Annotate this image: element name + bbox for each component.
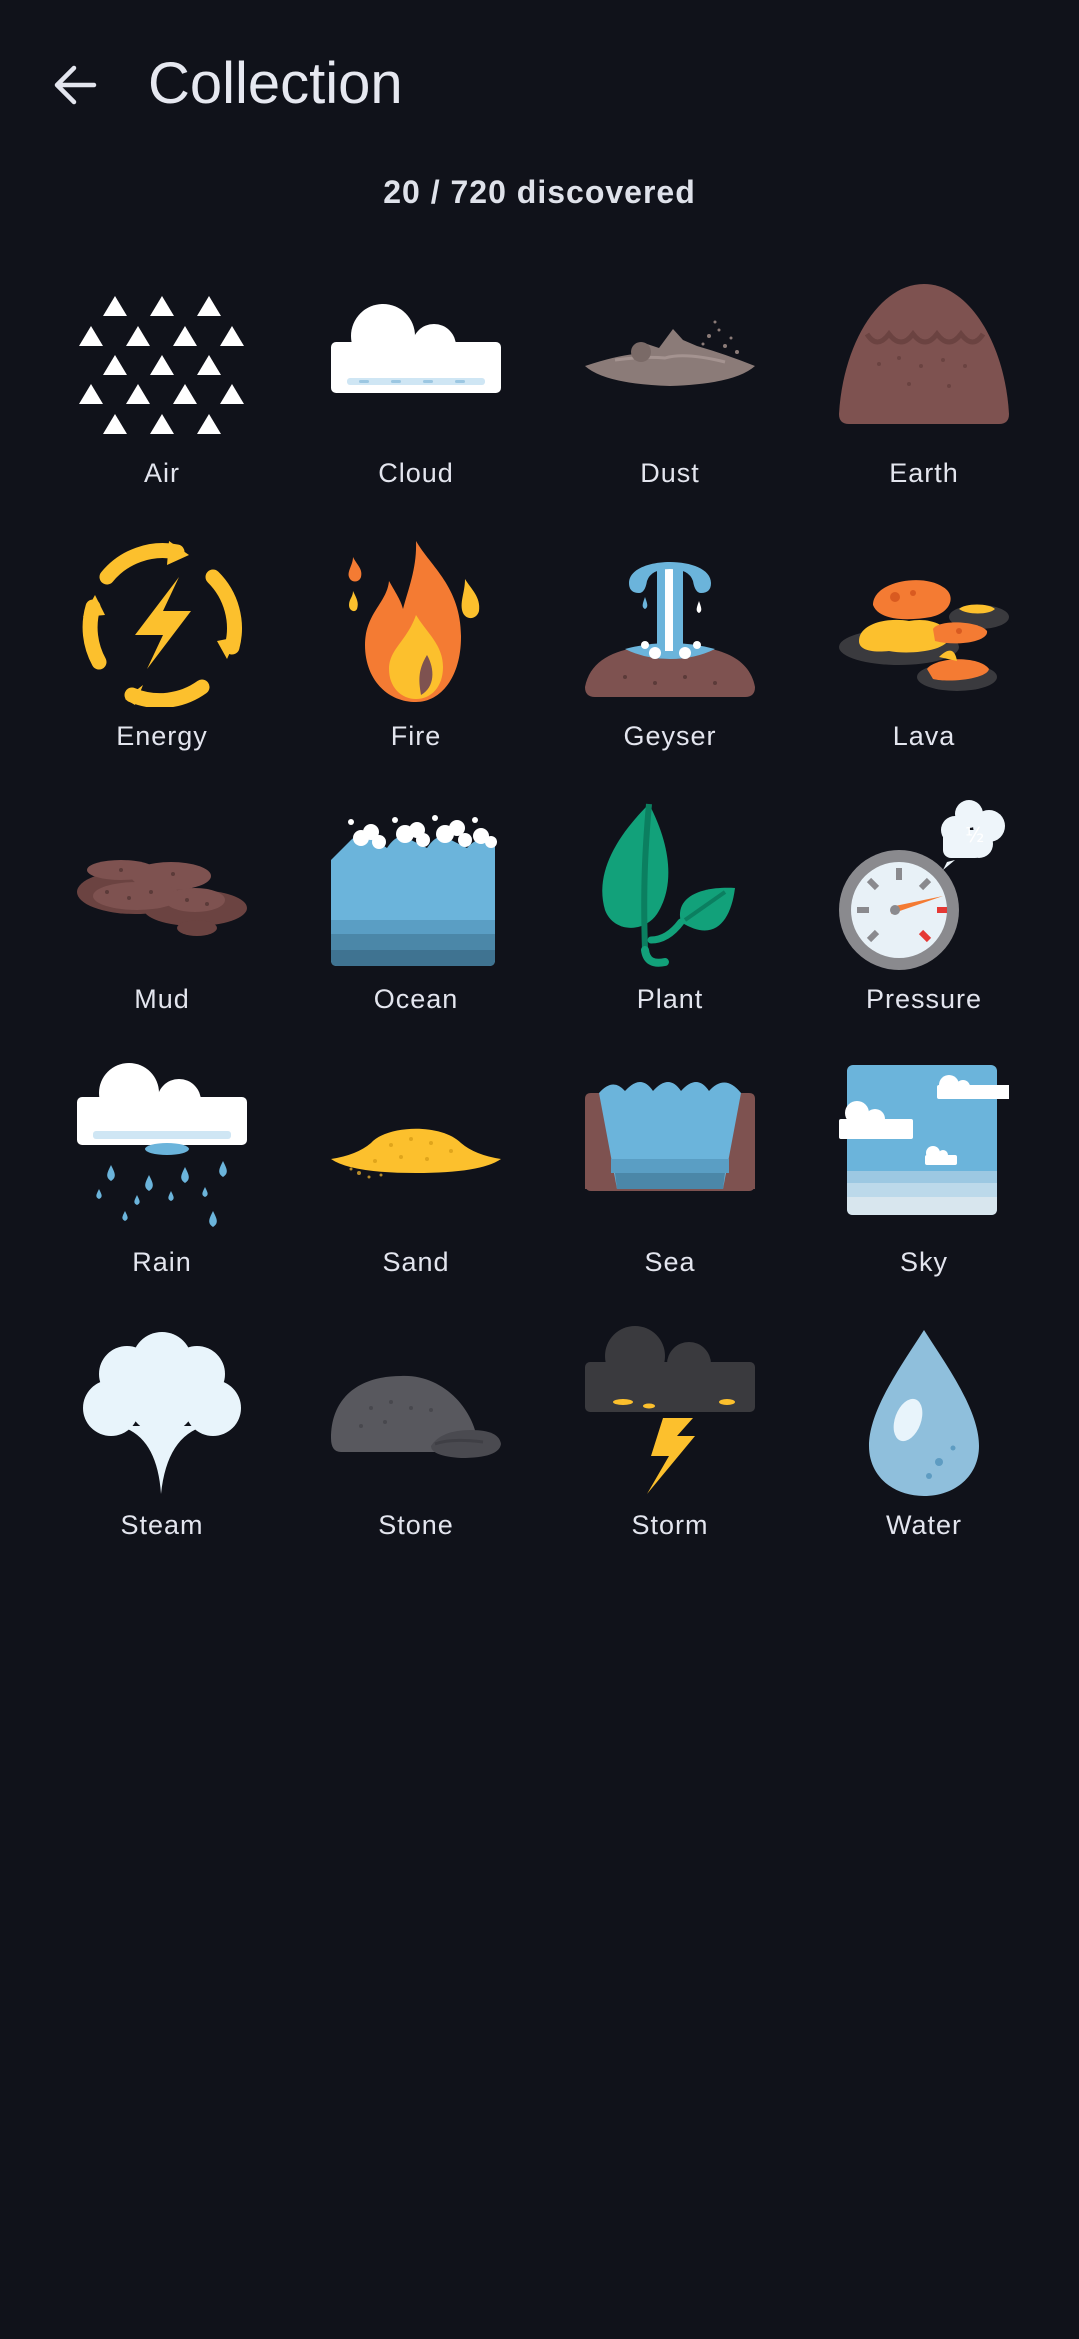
element-tile-lava[interactable]: Lava bbox=[797, 529, 1051, 792]
element-tile-cloud[interactable]: Cloud bbox=[289, 266, 543, 529]
element-tile-dust[interactable]: Dust bbox=[543, 266, 797, 529]
stone-icon bbox=[331, 1375, 501, 1458]
element-tile-sand[interactable]: Sand bbox=[289, 1055, 543, 1318]
element-tile-water[interactable]: Water bbox=[797, 1318, 1051, 1581]
element-label: Ocean bbox=[373, 984, 459, 1014]
discovered-count: 20 / 720 discovered bbox=[383, 174, 696, 210]
element-label: Mud bbox=[134, 984, 190, 1014]
element-tile-pressure[interactable]: ½ Pressure bbox=[797, 792, 1051, 1055]
element-tile-energy[interactable]: Energy bbox=[35, 529, 289, 792]
collection-grid: Air Cloud Dust Earth Energy Fire Geyser … bbox=[35, 266, 1044, 1581]
element-label: Air bbox=[144, 458, 180, 488]
element-tile-storm[interactable]: Storm bbox=[543, 1318, 797, 1581]
geyser-icon bbox=[585, 562, 755, 697]
element-label: Earth bbox=[889, 458, 959, 488]
element-label: Storm bbox=[631, 1510, 709, 1540]
element-tile-rain[interactable]: Rain bbox=[35, 1055, 289, 1318]
element-tile-mud[interactable]: Mud bbox=[35, 792, 289, 1055]
element-tile-fire[interactable]: Fire bbox=[289, 529, 543, 792]
water-icon bbox=[869, 1330, 979, 1496]
element-tile-stone[interactable]: Stone bbox=[289, 1318, 543, 1581]
element-tile-ocean[interactable]: Ocean bbox=[289, 792, 543, 1055]
element-tile-geyser[interactable]: Geyser bbox=[543, 529, 797, 792]
app-bar: Collection bbox=[0, 0, 1079, 170]
element-label: Water bbox=[885, 1510, 962, 1540]
element-label: Fire bbox=[390, 721, 442, 751]
sea-icon bbox=[585, 1082, 755, 1191]
element-label: Geyser bbox=[623, 721, 717, 751]
steam-icon bbox=[83, 1332, 241, 1494]
plant-icon bbox=[602, 803, 735, 967]
energy-icon bbox=[82, 541, 242, 707]
back-button[interactable] bbox=[40, 50, 110, 120]
element-tile-air[interactable]: Air bbox=[35, 266, 289, 529]
element-label: Dust bbox=[640, 458, 700, 488]
element-label: Sky bbox=[899, 1247, 948, 1277]
air-icon bbox=[79, 296, 244, 434]
mud-icon bbox=[77, 860, 247, 936]
lava-icon bbox=[839, 580, 1009, 691]
element-label: Steam bbox=[120, 1510, 204, 1540]
dust-icon bbox=[585, 320, 755, 386]
element-label: Lava bbox=[892, 721, 956, 751]
element-tile-earth[interactable]: Earth bbox=[797, 266, 1051, 529]
element-label: Sand bbox=[382, 1247, 450, 1277]
element-label: Energy bbox=[116, 721, 208, 751]
storm-icon bbox=[585, 1326, 755, 1494]
pressure-icon: ½ bbox=[839, 800, 1005, 970]
element-tile-plant[interactable]: Plant bbox=[543, 792, 797, 1055]
element-tile-sky[interactable]: Sky bbox=[797, 1055, 1051, 1318]
fire-icon bbox=[348, 541, 480, 702]
sky-icon bbox=[839, 1065, 1009, 1215]
element-label: Sea bbox=[644, 1247, 696, 1277]
svg-text:½: ½ bbox=[965, 823, 984, 847]
ocean-icon bbox=[331, 815, 497, 966]
sand-icon bbox=[331, 1128, 501, 1179]
page-title: Collection bbox=[148, 51, 403, 116]
arrow-left-icon bbox=[54, 65, 97, 105]
element-label: Rain bbox=[132, 1247, 192, 1277]
element-label: Plant bbox=[636, 984, 704, 1014]
earth-icon bbox=[839, 284, 1009, 424]
element-label: Pressure bbox=[865, 984, 983, 1014]
element-label: Stone bbox=[378, 1510, 454, 1540]
element-label: Cloud bbox=[378, 458, 454, 488]
element-tile-sea[interactable]: Sea bbox=[543, 1055, 797, 1318]
rain-icon bbox=[77, 1063, 247, 1227]
element-tile-steam[interactable]: Steam bbox=[35, 1318, 289, 1581]
cloud-icon bbox=[331, 304, 501, 393]
